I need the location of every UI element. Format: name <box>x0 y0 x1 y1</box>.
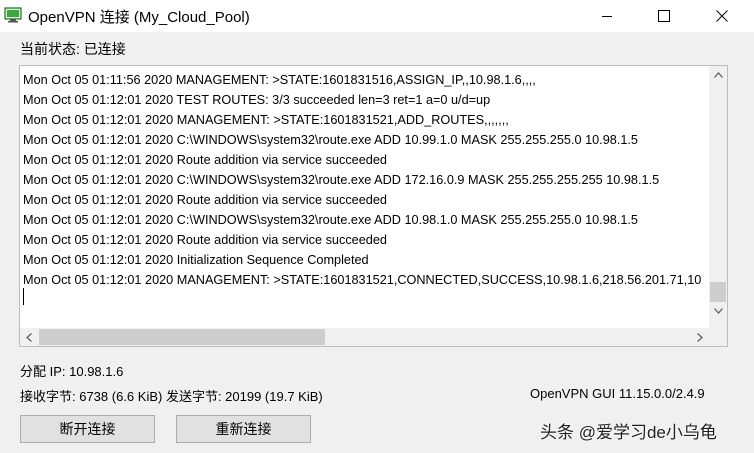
close-button[interactable] <box>699 0 745 32</box>
chevron-up-icon <box>713 72 723 78</box>
reconnect-button[interactable]: 重新连接 <box>176 415 311 443</box>
scroll-left-arrow[interactable] <box>20 328 38 346</box>
log-line: Mon Oct 05 01:12:01 2020 C:\WINDOWS\syst… <box>23 213 638 227</box>
text-caret <box>23 288 24 305</box>
scroll-up-arrow[interactable] <box>709 66 727 84</box>
horizontal-scrollbar[interactable] <box>20 328 709 346</box>
window-title: OpenVPN 连接 (My_Cloud_Pool) <box>28 9 250 26</box>
log-lines: Mon Oct 05 01:11:56 2020 MANAGEMENT: >ST… <box>23 70 709 328</box>
openvpn-window: OpenVPN 连接 (My_Cloud_Pool) 当前状态: 已连接 Mon… <box>0 0 754 453</box>
chevron-right-icon <box>697 332 703 342</box>
log-line: Mon Oct 05 01:12:01 2020 MANAGEMENT: >ST… <box>23 273 702 287</box>
log-line: Mon Oct 05 01:12:01 2020 C:\WINDOWS\syst… <box>23 173 660 187</box>
connection-status: 当前状态: 已连接 <box>20 41 126 57</box>
log-line: Mon Oct 05 01:11:56 2020 MANAGEMENT: >ST… <box>23 73 536 87</box>
bytes-counter: 接收字节: 6738 (6.6 KiB) 发送字节: 20199 (19.7 K… <box>20 389 323 404</box>
assigned-ip: 分配 IP: 10.98.1.6 <box>20 364 124 379</box>
disconnect-button[interactable]: 断开连接 <box>20 415 155 443</box>
log-textarea[interactable]: Mon Oct 05 01:11:56 2020 MANAGEMENT: >ST… <box>19 65 728 347</box>
minimize-button[interactable] <box>584 0 630 32</box>
minimize-icon <box>602 16 612 17</box>
maximize-icon <box>658 10 670 22</box>
scroll-right-arrow[interactable] <box>691 328 709 346</box>
openvpn-monitor-icon <box>4 7 22 23</box>
title-bar[interactable]: OpenVPN 连接 (My_Cloud_Pool) <box>0 0 754 32</box>
vertical-scrollbar[interactable] <box>709 66 727 328</box>
scrollbar-corner <box>709 328 727 346</box>
log-line: Mon Oct 05 01:12:01 2020 Route addition … <box>23 233 387 247</box>
log-line: Mon Oct 05 01:12:01 2020 Route addition … <box>23 193 387 207</box>
log-line: Mon Oct 05 01:12:01 2020 C:\WINDOWS\syst… <box>23 133 638 147</box>
chevron-down-icon <box>713 308 723 314</box>
log-line: Mon Oct 05 01:12:01 2020 Initialization … <box>23 253 369 267</box>
maximize-button[interactable] <box>641 0 687 32</box>
vertical-scroll-thumb[interactable] <box>710 282 726 302</box>
scroll-down-arrow[interactable] <box>709 302 727 320</box>
log-line: Mon Oct 05 01:12:01 2020 MANAGEMENT: >ST… <box>23 113 509 127</box>
close-icon <box>716 10 728 22</box>
log-line: Mon Oct 05 01:12:01 2020 TEST ROUTES: 3/… <box>23 93 491 107</box>
horizontal-scroll-thumb[interactable] <box>39 329 325 345</box>
watermark-text: 头条 @爱学习de小乌龟 <box>540 423 717 442</box>
chevron-left-icon <box>26 332 32 342</box>
gui-version: OpenVPN GUI 11.15.0.0/2.4.9 <box>530 386 705 401</box>
log-line: Mon Oct 05 01:12:01 2020 Route addition … <box>23 153 387 167</box>
